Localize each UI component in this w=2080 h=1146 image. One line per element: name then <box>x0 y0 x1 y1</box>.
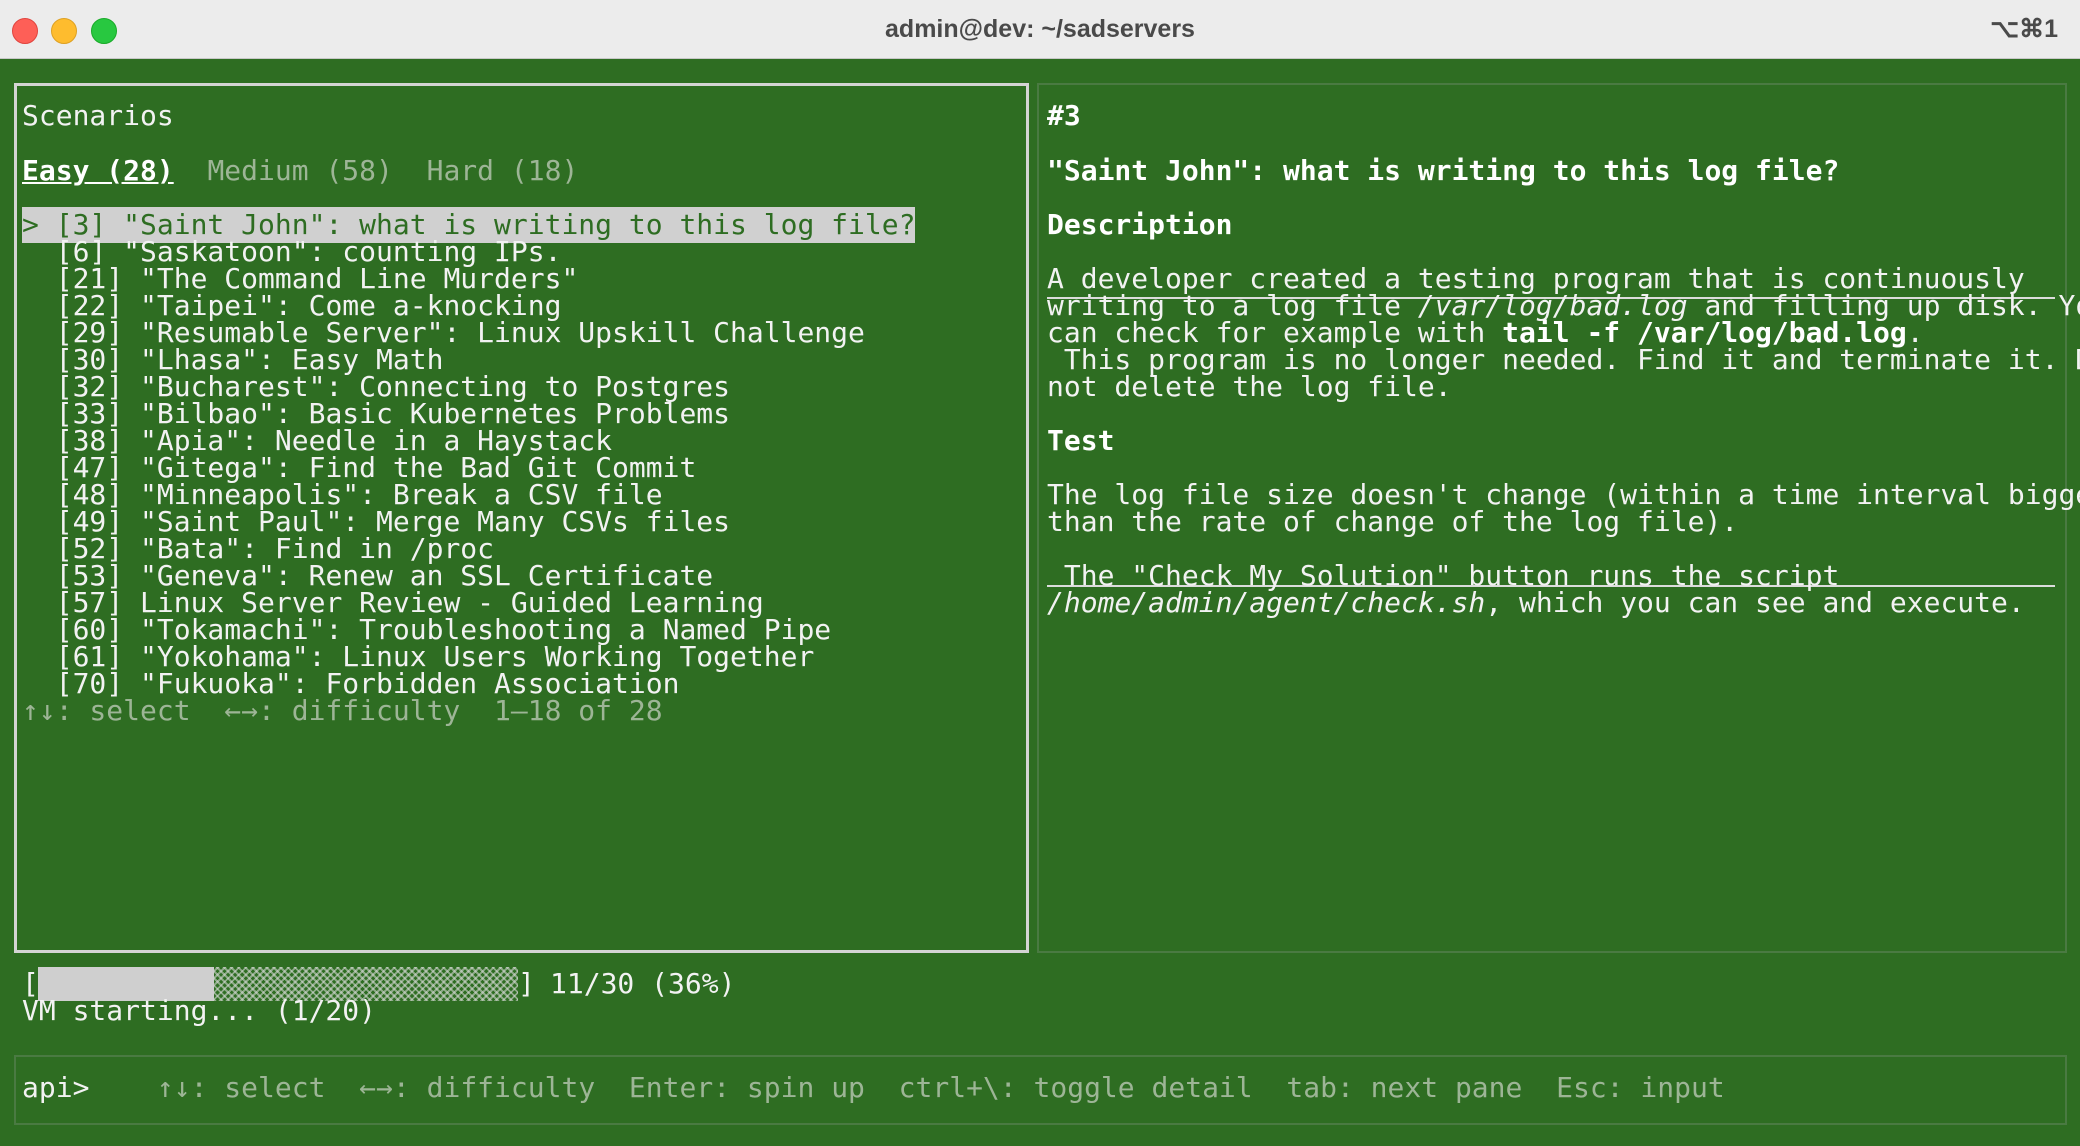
list-footer-hint: ↑↓: select ←→: difficulty 1–18 of 28 <box>22 694 663 727</box>
window-title: admin@dev: ~/sadservers <box>885 15 1195 43</box>
hint-difficulty: ←→: difficulty <box>359 1071 596 1104</box>
test-line: /home/admin/agent/check.sh, which you ca… <box>1047 585 2025 621</box>
tab-easy[interactable]: Easy (28) <box>22 154 174 187</box>
window-titlebar: admin@dev: ~/sadservers ⌥⌘1 <box>0 0 2080 59</box>
input-prompt: api> <box>22 1071 90 1104</box>
test-text: , which you can see and execute. <box>1485 586 2025 619</box>
progress-text: 11/30 (36%) <box>550 967 736 1000</box>
test-line: than the rate of change of the log file)… <box>1047 505 1739 538</box>
description-line: not delete the log file. <box>1047 370 1452 403</box>
hint-toggle-detail: ctrl+\: toggle detail <box>898 1071 1253 1104</box>
window-shortcut: ⌥⌘1 <box>1990 15 2058 43</box>
description-heading: Description <box>1047 208 1233 241</box>
tab-hard[interactable]: Hard (18) <box>427 154 579 187</box>
command-input[interactable]: api> ↑↓: select ←→: difficulty Enter: sp… <box>22 1070 1725 1106</box>
hint-spin-up: Enter: spin up <box>628 1071 865 1104</box>
test-heading: Test <box>1047 424 1115 457</box>
scenarios-title: Scenarios <box>22 99 174 132</box>
hint-select: ↑↓: select <box>156 1071 326 1104</box>
scenario-title: "Saint John": what is writing to this lo… <box>1047 154 1840 187</box>
scenario-number: #3 <box>1047 99 1081 132</box>
progress-close-bracket: ] <box>518 967 535 1000</box>
hint-input: Esc: input <box>1556 1071 1725 1104</box>
vm-status: VM starting... (1/20) <box>22 994 377 1027</box>
difficulty-tabs: Easy (28) Medium (58) Hard (18) <box>22 153 578 189</box>
hint-next-pane: tab: next pane <box>1286 1071 1523 1104</box>
tab-medium[interactable]: Medium (58) <box>207 154 392 187</box>
check-script-path: /home/admin/agent/check.sh <box>1047 586 1486 619</box>
terminal-area: Scenarios Easy (28) Medium (58) Hard (18… <box>0 59 2080 1146</box>
